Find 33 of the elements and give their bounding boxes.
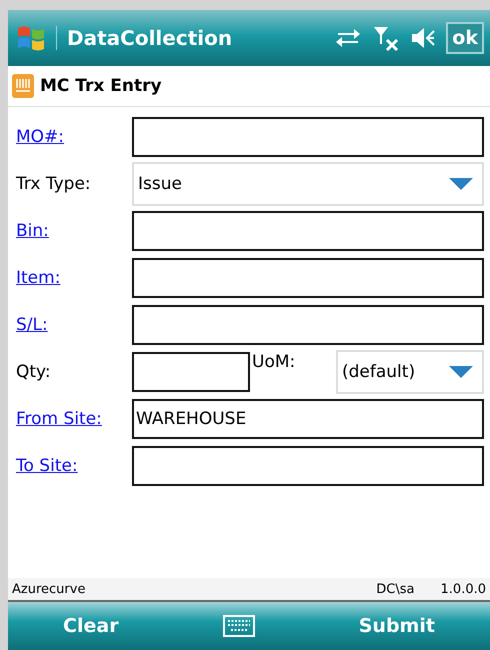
- field-link[interactable]: MO#:: [16, 127, 132, 147]
- keyboard-icon[interactable]: [222, 615, 255, 637]
- dropdown[interactable]: (default): [336, 350, 484, 394]
- keypad-icon: [12, 74, 34, 98]
- field-link[interactable]: From Site:: [16, 409, 132, 429]
- no-signal-icon: [372, 24, 400, 52]
- field-label: UoM:: [251, 352, 296, 372]
- ok-button[interactable]: ok: [446, 22, 484, 54]
- submit-button[interactable]: Submit: [352, 614, 441, 638]
- field-label: Trx Type:: [16, 174, 92, 194]
- user-name: DC\sa: [376, 582, 415, 596]
- field-link[interactable]: Item:: [16, 268, 132, 288]
- field-label: Qty:: [16, 362, 52, 382]
- input-field[interactable]: [132, 117, 484, 157]
- form-title: MC Trx Entry: [40, 76, 162, 96]
- field-link[interactable]: S/L:: [16, 315, 132, 335]
- input-field[interactable]: [132, 258, 484, 298]
- version-number: 1.0.0.0: [440, 582, 486, 596]
- input-field[interactable]: [132, 446, 484, 486]
- input-field[interactable]: [132, 305, 484, 345]
- field-link[interactable]: To Site:: [16, 456, 132, 476]
- clear-button[interactable]: Clear: [57, 614, 125, 638]
- input-field[interactable]: WAREHOUSE: [132, 399, 484, 439]
- dropdown-arrow-icon: [448, 177, 474, 191]
- input-field[interactable]: [132, 352, 250, 392]
- speaker-icon: [410, 26, 436, 50]
- window-title: DataCollection: [56, 26, 324, 50]
- sync-arrows-icon: [334, 26, 362, 50]
- company-name: Azurecurve: [12, 582, 86, 596]
- input-field[interactable]: [132, 211, 484, 251]
- field-link[interactable]: Bin:: [16, 221, 132, 241]
- dropdown-arrow-icon: [448, 365, 474, 379]
- dropdown[interactable]: Issue: [132, 162, 484, 206]
